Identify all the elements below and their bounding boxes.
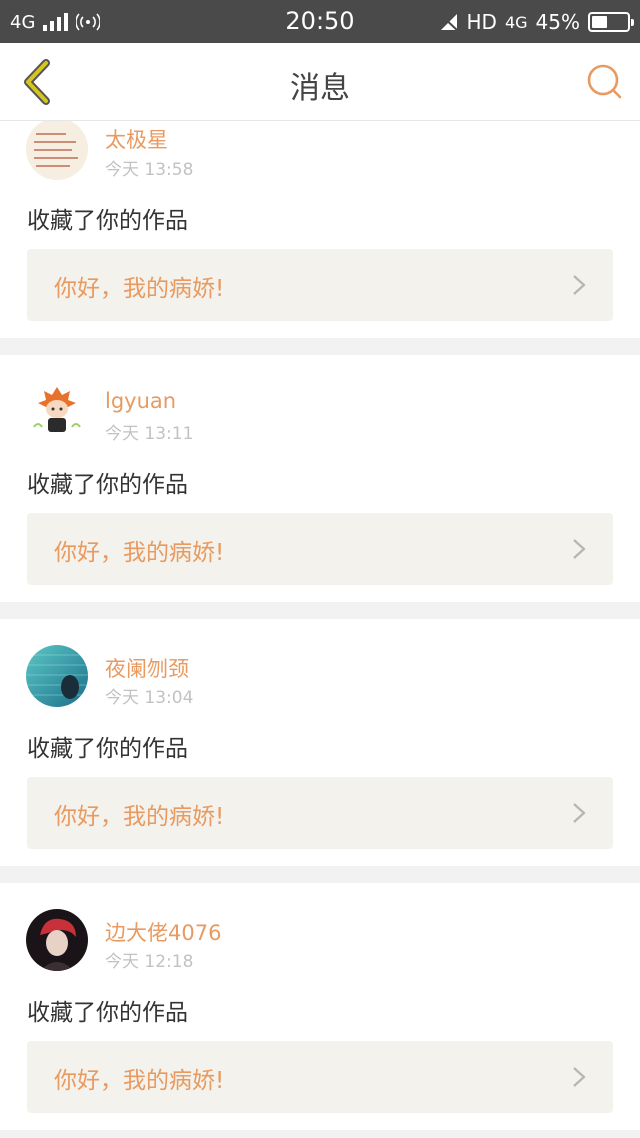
avatar[interactable] [26, 118, 88, 180]
timestamp: 今天 13:11 [105, 424, 194, 444]
work-title: 你好，我的病娇! [54, 804, 225, 830]
action-text: 收藏了你的作品 [27, 1000, 188, 1026]
username[interactable]: 夜阑刎颈 [105, 653, 189, 683]
username[interactable]: 边大佬4076 [105, 917, 221, 947]
battery-percent: 45% [535, 10, 580, 34]
work-title: 你好，我的病娇! [54, 1068, 225, 1094]
message-list: 太极星 今天 13:58 收藏了你的作品 你好，我的病娇! lgyuan 今天 … [0, 0, 640, 1138]
avatar[interactable] [26, 909, 88, 971]
message-card: lgyuan 今天 13:11 收藏了你的作品 你好，我的病娇! [0, 355, 640, 602]
username[interactable]: lgyuan [105, 389, 176, 413]
username[interactable]: 太极星 [105, 124, 168, 154]
action-text: 收藏了你的作品 [27, 208, 188, 234]
avatar[interactable] [26, 381, 88, 443]
action-text: 收藏了你的作品 [27, 472, 188, 498]
avatar[interactable] [26, 645, 88, 707]
chevron-right-icon [573, 275, 586, 295]
page-title: 消息 [290, 71, 350, 106]
work-link[interactable]: 你好，我的病娇! [27, 249, 613, 321]
work-link[interactable]: 你好，我的病娇! [27, 1041, 613, 1113]
timestamp: 今天 12:18 [105, 952, 194, 972]
work-link[interactable]: 你好，我的病娇! [27, 513, 613, 585]
search-icon [587, 64, 622, 99]
nav-bar: 消息 [0, 43, 640, 121]
chevron-right-icon [573, 539, 586, 559]
action-text: 收藏了你的作品 [27, 736, 188, 762]
battery-icon [588, 12, 634, 32]
timestamp: 今天 13:04 [105, 688, 194, 708]
mute-icon [438, 13, 459, 32]
search-button[interactable] [580, 57, 630, 107]
chevron-right-icon [573, 803, 586, 823]
network-type-2: 4G [504, 12, 528, 32]
status-bar: 4G 20:50 HD 4G 45% [0, 0, 640, 43]
message-card: 夜阑刎颈 今天 13:04 收藏了你的作品 你好，我的病娇! [0, 619, 640, 866]
work-title: 你好，我的病娇! [54, 540, 225, 566]
timestamp: 今天 13:58 [105, 160, 194, 180]
message-card: 边大佬4076 今天 12:18 收藏了你的作品 你好，我的病娇! [0, 883, 640, 1130]
work-link[interactable]: 你好，我的病娇! [27, 777, 613, 849]
hd-label: HD [466, 10, 497, 34]
chevron-right-icon [573, 1067, 586, 1087]
work-title: 你好，我的病娇! [54, 276, 225, 302]
message-card: 太极星 今天 13:58 收藏了你的作品 你好，我的病娇! [0, 100, 640, 338]
